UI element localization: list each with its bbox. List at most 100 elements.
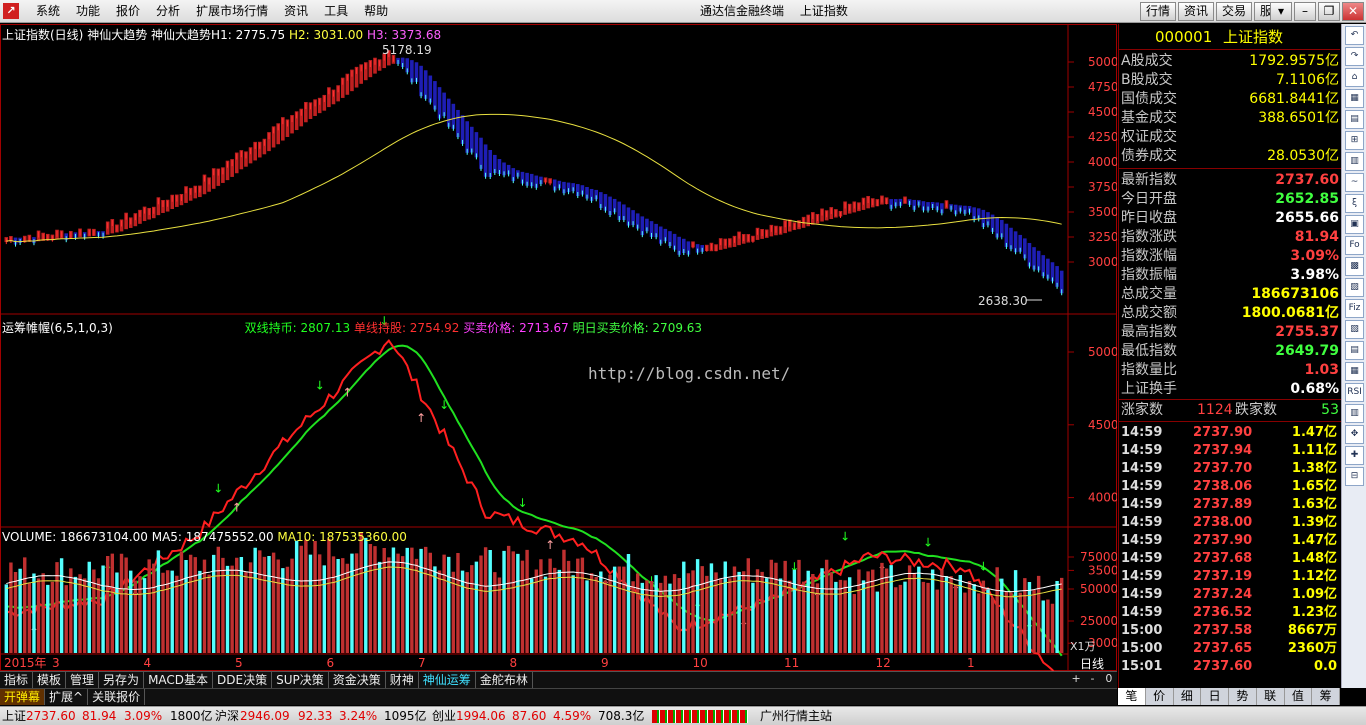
- sell-signal-arrow: ↑: [416, 411, 426, 425]
- dropdown-icon[interactable]: ▾: [1270, 2, 1292, 21]
- reset-button[interactable]: 0: [1101, 671, 1117, 688]
- extra-tab[interactable]: 扩展^: [45, 689, 89, 705]
- panel-tab[interactable]: 笔: [1118, 688, 1146, 705]
- indicator-tab[interactable]: SUP决策: [272, 672, 329, 688]
- cy-amount: 708.3亿: [598, 709, 645, 723]
- price-tick-label: 4500: [1088, 105, 1117, 119]
- tick-volume: 1.12亿: [1291, 569, 1337, 584]
- menu-extended-market[interactable]: 扩展市场行情: [188, 0, 276, 23]
- zoom-in-button[interactable]: +: [1068, 671, 1084, 688]
- extra-tab[interactable]: 关联报价: [88, 689, 146, 705]
- panel-tab[interactable]: 日: [1201, 688, 1229, 705]
- panel-tab[interactable]: 筹: [1312, 688, 1340, 705]
- tick-price: 2737.94: [1193, 443, 1253, 458]
- side-tool-icon[interactable]: ⌂: [1345, 68, 1364, 87]
- quote-button[interactable]: 行情: [1139, 2, 1176, 21]
- news-button[interactable]: 资讯: [1177, 2, 1214, 21]
- panel-tab[interactable]: 值: [1285, 688, 1313, 705]
- volume-tick-label: 75000: [1080, 550, 1117, 564]
- panel-tab[interactable]: 价: [1146, 688, 1174, 705]
- indicator-tab[interactable]: 神仙运筹: [419, 672, 476, 688]
- menu-quote[interactable]: 报价: [108, 0, 148, 23]
- side-tool-icon[interactable]: ▧: [1345, 320, 1364, 339]
- side-tool-icon[interactable]: ↶: [1345, 26, 1364, 45]
- side-tool-icon[interactable]: ✥: [1345, 425, 1364, 444]
- menu-help[interactable]: 帮助: [356, 0, 396, 23]
- sh-amount: 1800亿: [170, 709, 213, 723]
- side-tool-icon[interactable]: ξ: [1345, 194, 1364, 213]
- indicator-tab[interactable]: MACD基本: [144, 672, 214, 688]
- side-tool-icon[interactable]: ▥: [1345, 152, 1364, 171]
- high-price-label: 5178.19: [382, 43, 432, 57]
- side-tool-icon[interactable]: ▥: [1345, 404, 1364, 423]
- tick-row: 14:59 2737.94 1.11亿: [1121, 442, 1339, 460]
- sell-signal-arrow: ↑: [342, 386, 352, 400]
- tick-volume: 1.65亿: [1291, 479, 1337, 494]
- menu-function[interactable]: 功能: [68, 0, 108, 23]
- main-chart-header: 上证指数(日线) 神仙大趋势 神仙大趋势H1: 2775.75 H2: 3031…: [2, 26, 441, 43]
- index-label: 总成交额: [1121, 305, 1177, 321]
- menu-news[interactable]: 资讯: [276, 0, 316, 23]
- restore-icon[interactable]: ❐: [1318, 2, 1340, 21]
- menu-tools[interactable]: 工具: [316, 0, 356, 23]
- side-tool-icon[interactable]: ~: [1345, 173, 1364, 192]
- close-icon[interactable]: ✕: [1342, 2, 1364, 21]
- side-tool-icon[interactable]: ⊟: [1345, 467, 1364, 486]
- indicator-tab[interactable]: 模板: [33, 672, 67, 688]
- status-bar: 上证 2737.60 81.94 3.09% 1800亿 沪深 2946.09 …: [0, 706, 1366, 725]
- cy-change: 87.60: [512, 709, 547, 723]
- side-tool-icon[interactable]: ▦: [1345, 89, 1364, 108]
- tick-volume: 1.48亿: [1291, 551, 1337, 566]
- index-label: 最高指数: [1121, 324, 1177, 340]
- tick-row: 14:59 2736.52 1.23亿: [1121, 604, 1339, 622]
- side-tool-icon[interactable]: Fo: [1345, 236, 1364, 255]
- indicator-tab[interactable]: DDE决策: [213, 672, 273, 688]
- buy-signal-arrow: ↓: [517, 496, 527, 510]
- market-breadth: 涨家数 1124 跌家数 53: [1121, 401, 1339, 420]
- panel-tab[interactable]: 联: [1257, 688, 1285, 705]
- side-tool-icon[interactable]: ▩: [1345, 257, 1364, 276]
- trade-button[interactable]: 交易: [1215, 2, 1252, 21]
- index-label: 昨日收盘: [1121, 210, 1177, 226]
- indicator-tab[interactable]: 金舵布林: [476, 672, 533, 688]
- index-row: 最新指数 2737.60: [1121, 171, 1339, 190]
- menu-system[interactable]: 系统: [28, 0, 68, 23]
- indicator-tab[interactable]: 资金决策: [329, 672, 386, 688]
- title-menu-bar: ↗ 系统 功能 报价 分析 扩展市场行情 资讯 工具 帮助 通达信金融终端 上证…: [0, 0, 1366, 23]
- side-tool-icon[interactable]: ↷: [1345, 47, 1364, 66]
- volume-ma5: MA5: 187475552.00: [151, 530, 274, 544]
- tick-time: 14:59: [1121, 443, 1163, 458]
- date-tick-label: 2015年: [4, 656, 47, 670]
- indicator-tab[interactable]: 财神: [386, 672, 419, 688]
- market-bar-icon: [652, 710, 748, 723]
- side-tool-icon[interactable]: ▤: [1345, 341, 1364, 360]
- zoom-out-button[interactable]: -: [1084, 671, 1100, 688]
- index-value: 3.09%: [1290, 248, 1339, 264]
- stat-row: 基金成交 388.6501亿: [1121, 109, 1339, 128]
- side-tool-icon[interactable]: ▣: [1345, 215, 1364, 234]
- index-row: 昨日收盘 2655.66: [1121, 209, 1339, 228]
- stat-value: 1792.9575亿: [1249, 53, 1339, 69]
- panel-tab[interactable]: 势: [1229, 688, 1257, 705]
- side-tool-icon[interactable]: Fiz: [1345, 299, 1364, 318]
- tick-row: 14:59 2737.90 1.47亿: [1121, 532, 1339, 550]
- menu-analysis[interactable]: 分析: [148, 0, 188, 23]
- chart-canvas[interactable]: 5000 4750 4500 4250 4000 3750 3500 3250 3000 5000…: [0, 24, 1117, 671]
- volume-value: VOLUME: 186673104.00: [2, 530, 148, 544]
- side-tool-icon[interactable]: ▨: [1345, 278, 1364, 297]
- minimize-icon[interactable]: –: [1294, 2, 1316, 21]
- side-tool-icon[interactable]: ▤: [1345, 110, 1364, 129]
- panel-tab[interactable]: 细: [1174, 688, 1202, 705]
- side-tool-icon[interactable]: RSI: [1345, 383, 1364, 402]
- security-code: 000001: [1155, 28, 1213, 46]
- extra-tab[interactable]: 开弹幕: [0, 689, 46, 705]
- side-tool-icon[interactable]: ▦: [1345, 362, 1364, 381]
- stat-value: 6681.8441亿: [1249, 91, 1339, 107]
- indicator-tab[interactable]: 管理: [66, 672, 100, 688]
- date-tick-label: 8: [510, 656, 518, 670]
- indicator-tab[interactable]: 指标: [0, 672, 34, 688]
- indicator-tab[interactable]: 另存为: [99, 672, 145, 688]
- chart-area[interactable]: 5000 4750 4500 4250 4000 3750 3500 3250 3000 5000…: [0, 24, 1117, 671]
- side-tool-icon[interactable]: ✚: [1345, 446, 1364, 465]
- side-tool-icon[interactable]: ⊞: [1345, 131, 1364, 150]
